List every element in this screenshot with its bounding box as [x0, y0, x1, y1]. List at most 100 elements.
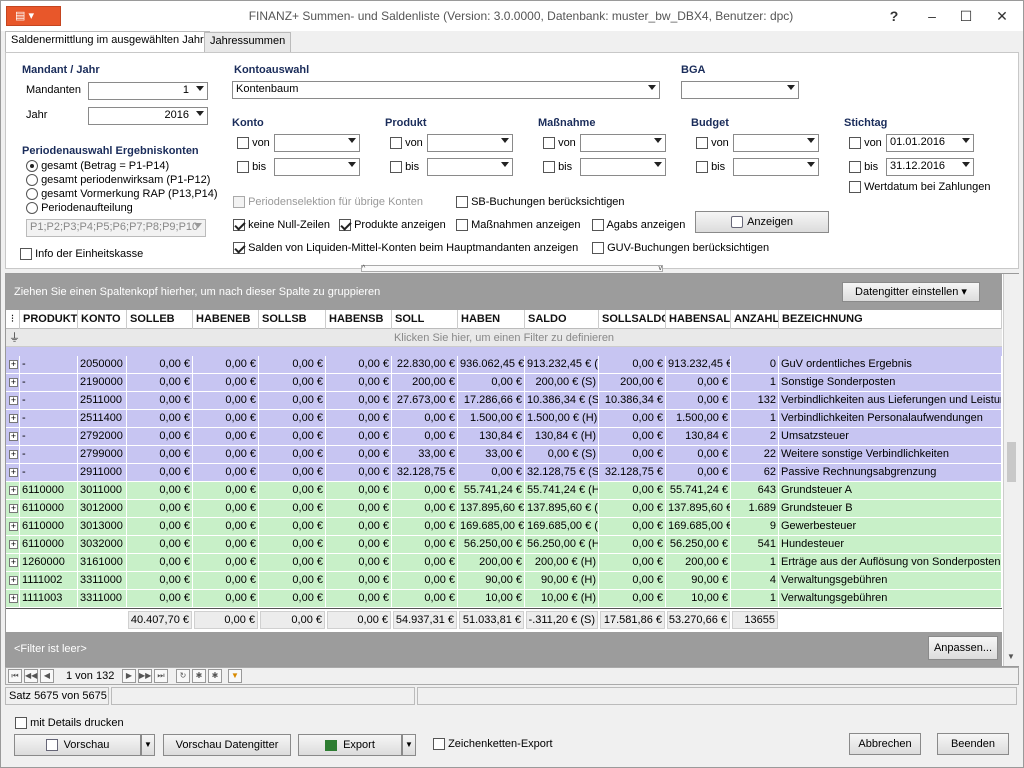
table-cell[interactable]: 90,00 € [666, 572, 731, 590]
table-cell[interactable]: 200,00 € (S) [525, 374, 599, 392]
table-cell[interactable]: 0,00 € [259, 518, 326, 536]
table-cell[interactable]: 0,00 € [259, 590, 326, 607]
row-indicator[interactable]: + [6, 356, 20, 374]
table-cell[interactable]: 0,00 € [127, 428, 193, 446]
budget-bis-checkbox[interactable]: bis [696, 161, 725, 174]
table-cell[interactable]: 10.386,34 € [599, 392, 666, 410]
konto-bis-select[interactable] [274, 158, 360, 176]
table-cell[interactable]: 0,00 € [599, 482, 666, 500]
table-cell[interactable]: 4 [731, 572, 779, 590]
table-cell[interactable]: 0,00 € [259, 392, 326, 410]
table-cell[interactable]: 3161000 [78, 554, 127, 572]
produkt-bis-select[interactable] [427, 158, 513, 176]
table-cell[interactable]: 1.500,00 € (H) [525, 410, 599, 428]
table-cell[interactable]: 0,00 € [392, 410, 458, 428]
table-cell[interactable]: 3311000 [78, 572, 127, 590]
table-row[interactable]: + -2911000 0,00 €0,00 €0,00 €0,00 €32.128,… [6, 464, 1002, 482]
table-cell[interactable]: 55.741,24 € [458, 482, 525, 500]
scrollbar-thumb[interactable] [1007, 442, 1016, 482]
table-cell[interactable]: 0,00 € [127, 464, 193, 482]
table-cell[interactable]: 200,00 € [458, 554, 525, 572]
table-cell[interactable]: 1.500,00 € [458, 410, 525, 428]
column-header[interactable]: SOLLEB [127, 310, 193, 329]
table-cell[interactable]: Verbindlichkeiten Personalaufwendungen [779, 410, 1002, 428]
table-cell[interactable]: 0,00 € [259, 500, 326, 518]
table-cell[interactable]: 0,00 € [666, 446, 731, 464]
row-indicator[interactable]: + [6, 500, 20, 518]
table-cell[interactable]: 9 [731, 518, 779, 536]
filter-funnel-icon[interactable]: ▼ [228, 669, 242, 683]
perioden-select[interactable]: P1;P2;P3;P4;P5;P6;P7;P8;P9;P10 [26, 219, 206, 237]
table-cell[interactable]: GuV ordentliches Ergebnis [779, 356, 1002, 374]
table-cell[interactable]: 2 [731, 428, 779, 446]
row-indicator[interactable]: + [6, 374, 20, 392]
table-cell[interactable]: 33,00 € [458, 446, 525, 464]
table-cell[interactable]: 90,00 € (H) [525, 572, 599, 590]
table-cell[interactable]: Passive Rechnungsabgrenzung [779, 464, 1002, 482]
column-header[interactable]: SOLLSALDO [599, 310, 666, 329]
table-cell[interactable]: Grundsteuer A [779, 482, 1002, 500]
maximize-button[interactable]: ☐ [953, 5, 979, 27]
column-header[interactable]: SALDO [525, 310, 599, 329]
table-cell[interactable]: 0,00 € [193, 500, 259, 518]
expand-icon[interactable]: + [9, 540, 18, 549]
table-row[interactable]: +1111002 3311000 0,00 €0,00 €0,00 €0,00 €0… [6, 572, 1002, 590]
konto-von-checkbox[interactable]: von [237, 137, 270, 150]
table-cell[interactable]: 0,00 € [127, 356, 193, 374]
table-cell[interactable]: Verwaltungsgebühren [779, 572, 1002, 590]
budget-bis-select[interactable] [733, 158, 819, 176]
table-cell[interactable]: 0,00 € [127, 554, 193, 572]
beenden-button[interactable]: Beenden [937, 733, 1009, 755]
table-cell[interactable]: 0,00 € [326, 536, 392, 554]
table-cell[interactable]: 62 [731, 464, 779, 482]
table-cell[interactable]: 33,00 € [392, 446, 458, 464]
table-cell[interactable]: 0,00 € [326, 572, 392, 590]
table-cell[interactable]: 0,00 € [599, 446, 666, 464]
row-indicator[interactable]: + [6, 482, 20, 500]
table-cell[interactable]: 0,00 € [326, 500, 392, 518]
table-cell[interactable]: 0,00 € [599, 410, 666, 428]
table-cell[interactable]: 10,00 € (H) [525, 590, 599, 607]
table-row[interactable]: +6110000 3032000 0,00 €0,00 €0,00 €0,00 €0… [6, 536, 1002, 554]
table-cell[interactable]: 541 [731, 536, 779, 554]
column-header[interactable]: ANZAHL [731, 310, 779, 329]
stichtag-bis-checkbox[interactable]: bis [849, 161, 878, 174]
stichtag-bis-date[interactable]: 31.12.2016 [886, 158, 974, 176]
next-page-icon[interactable]: ▶▶ [138, 669, 152, 683]
expand-icon[interactable]: + [9, 468, 18, 477]
kontoauswahl-select[interactable]: Kontenbaum [232, 81, 660, 99]
table-cell[interactable]: 6110000 [20, 536, 78, 554]
table-cell[interactable]: 643 [731, 482, 779, 500]
table-cell[interactable]: 0,00 € [599, 428, 666, 446]
expand-icon[interactable]: + [9, 378, 18, 387]
table-cell[interactable]: 2511000 [78, 392, 127, 410]
table-cell[interactable]: 0,00 € [193, 356, 259, 374]
anpassen-button[interactable]: Anpassen... [928, 636, 998, 660]
column-header[interactable]: SOLL [392, 310, 458, 329]
expand-icon[interactable]: + [9, 360, 18, 369]
column-header[interactable]: KONTO [78, 310, 127, 329]
table-cell[interactable]: 0,00 € [259, 536, 326, 554]
column-header[interactable]: HABENEB [193, 310, 259, 329]
table-cell[interactable]: 3311000 [78, 590, 127, 607]
table-cell[interactable]: 17.286,66 € [458, 392, 525, 410]
expand-icon[interactable]: + [9, 576, 18, 585]
table-cell[interactable]: 0,00 € [392, 536, 458, 554]
table-cell[interactable]: 3032000 [78, 536, 127, 554]
table-row[interactable]: +1260000 3161000 0,00 €0,00 €0,00 €0,00 €0… [6, 554, 1002, 572]
zeichenketten-checkbox[interactable]: Zeichenketten-Export [433, 738, 553, 751]
table-cell[interactable]: - [20, 392, 78, 410]
table-cell[interactable]: 1 [731, 554, 779, 572]
prev-page-icon[interactable]: ◀◀ [24, 669, 38, 683]
mandanten-select[interactable]: 1 [88, 82, 208, 100]
table-row[interactable]: +6110000 3012000 0,00 €0,00 €0,00 €0,00 €0… [6, 500, 1002, 518]
stichtag-von-checkbox[interactable]: von [849, 137, 882, 150]
expand-icon[interactable]: + [9, 594, 18, 603]
table-cell[interactable]: 0,00 € [326, 428, 392, 446]
table-cell[interactable]: 200,00 € (H) [525, 554, 599, 572]
column-header[interactable]: PRODUKT [20, 310, 78, 329]
table-cell[interactable]: 130,84 € [458, 428, 525, 446]
refresh-icon[interactable]: ↻ [176, 669, 190, 683]
periode-option-3[interactable]: gesamt Vormerkung RAP (P13,P14) [26, 188, 218, 201]
row-indicator[interactable]: + [6, 464, 20, 482]
